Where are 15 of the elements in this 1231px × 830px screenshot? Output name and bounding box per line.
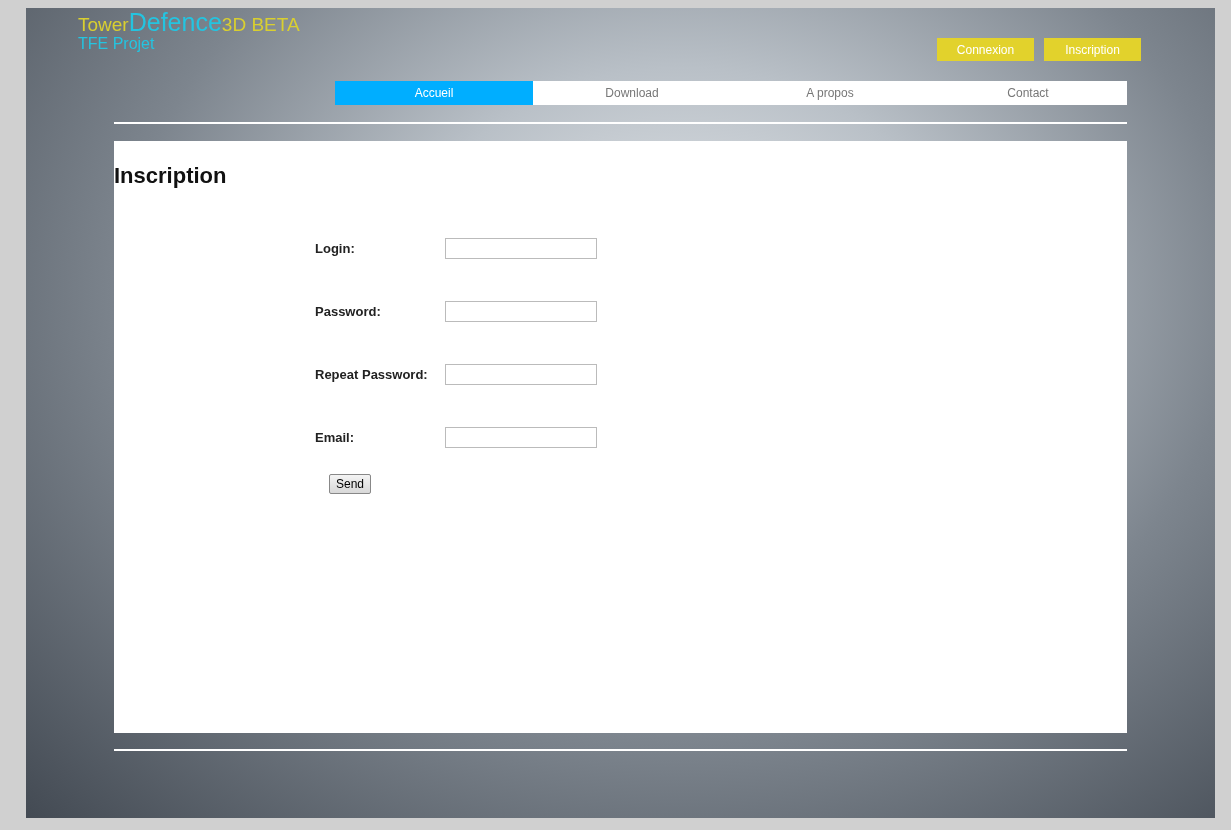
field-label: Password: xyxy=(315,304,382,319)
input-field[interactable] xyxy=(445,364,597,385)
logo-subtitle: TFE Projet xyxy=(78,35,156,53)
logo-text: 3D BETA xyxy=(221,14,300,36)
send-button[interactable]: Send xyxy=(329,474,372,494)
input-field[interactable] xyxy=(445,427,597,448)
input-field[interactable] xyxy=(445,301,597,322)
field-label: Repeat Password: xyxy=(315,367,429,382)
field-label: Email: xyxy=(315,430,355,445)
logo-text: Tower xyxy=(78,14,129,36)
input-field[interactable] xyxy=(445,238,597,259)
logo-text: Defence xyxy=(128,8,222,37)
field-label: Login: xyxy=(315,241,356,256)
nav-tab[interactable]: Accueil xyxy=(335,81,533,105)
page-title: Inscription xyxy=(114,163,227,189)
